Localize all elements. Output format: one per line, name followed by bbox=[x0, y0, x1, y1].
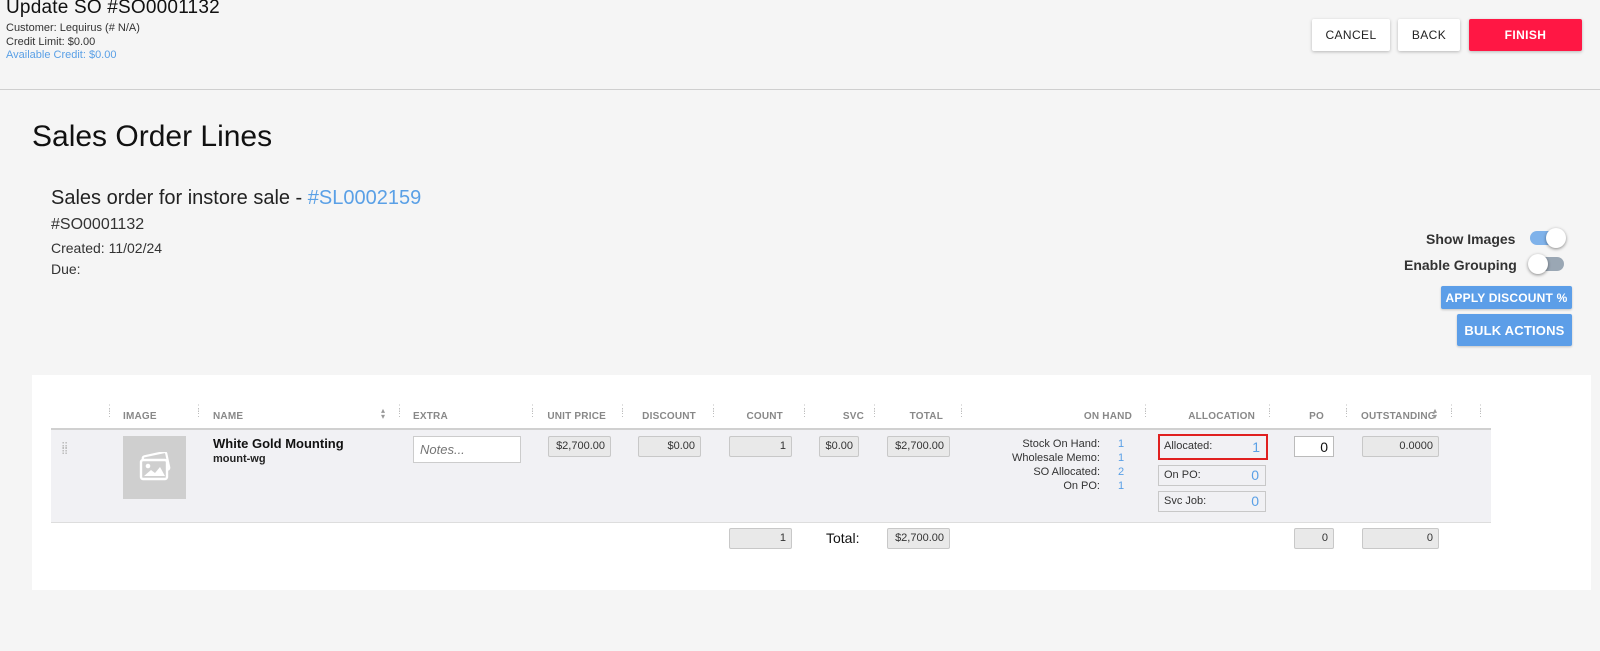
on-hand-value[interactable]: 1 bbox=[1118, 438, 1124, 450]
apply-discount-button[interactable]: APPLY DISCOUNT % bbox=[1441, 286, 1572, 309]
column-menu-icon[interactable]: ⋮ ⋮ bbox=[528, 404, 537, 418]
col-total: TOTAL bbox=[909, 411, 943, 422]
credit-limit: Credit Limit: $0.00 bbox=[6, 36, 96, 48]
column-menu-icon[interactable]: ⋮ ⋮ bbox=[957, 404, 966, 418]
show-images-label: Show Images bbox=[1426, 231, 1516, 247]
finish-button[interactable]: FINISH bbox=[1469, 19, 1582, 51]
order-number: #SO0001132 bbox=[51, 216, 145, 233]
col-count: COUNT bbox=[746, 411, 783, 422]
svc-job-field: Svc Job: 0 bbox=[1158, 491, 1266, 512]
column-menu-icon[interactable]: ⋮ ⋮ bbox=[618, 404, 627, 418]
allocated-value[interactable]: 1 bbox=[1252, 439, 1260, 455]
page-header: Update SO #SO0001132 Customer: Lequirus … bbox=[0, 0, 1600, 90]
column-menu-icon[interactable]: ⋮ ⋮ bbox=[395, 404, 404, 418]
col-unit-price: UNIT PRICE bbox=[547, 411, 606, 422]
order-heading-text: Sales order for instore sale - bbox=[51, 187, 308, 209]
product-image-placeholder bbox=[123, 436, 186, 499]
notes-input[interactable] bbox=[413, 436, 521, 463]
sort-icon[interactable]: ▴ ▾ bbox=[1433, 407, 1437, 421]
allocation-on-po-field: On PO: 0 bbox=[1158, 465, 1266, 486]
allocated-field[interactable]: Allocated: 1 bbox=[1158, 434, 1268, 460]
column-menu-icon[interactable]: ⋮ ⋮ bbox=[709, 404, 718, 418]
col-on-hand: ON HAND bbox=[1083, 411, 1132, 422]
table-header: ⋮ ⋮ IMAGE ⋮ ⋮ NAME ▴ ▾ ⋮ ⋮ EXTRA ⋮ ⋮ UNIT PRI… bbox=[51, 400, 1491, 430]
svc-job-label: Svc Job: bbox=[1164, 495, 1207, 507]
order-link[interactable]: #SL0002159 bbox=[308, 187, 421, 209]
on-hand-label: Wholesale Memo: bbox=[1011, 452, 1100, 464]
column-menu-icon[interactable]: ⋮ ⋮ bbox=[1447, 404, 1456, 418]
col-outstanding[interactable]: OUTSTANDING bbox=[1361, 411, 1436, 422]
count-field: 1 bbox=[729, 436, 792, 457]
image-icon bbox=[139, 452, 171, 481]
svc-job-value[interactable]: 0 bbox=[1251, 493, 1259, 509]
on-hand-value[interactable]: 2 bbox=[1118, 466, 1124, 478]
svc-field: $0.00 bbox=[819, 436, 859, 457]
available-credit: Available Credit: $0.00 bbox=[6, 49, 117, 61]
footer-count: 1 bbox=[729, 528, 792, 549]
customer-info: Customer: Lequirus (# N/A) bbox=[6, 22, 140, 34]
footer-po: 0 bbox=[1294, 528, 1334, 549]
enable-grouping-label: Enable Grouping bbox=[1404, 257, 1517, 273]
footer-outstanding: 0 bbox=[1362, 528, 1439, 549]
order-heading: Sales order for instore sale - #SL000215… bbox=[51, 187, 421, 210]
allocation-on-po-label: On PO: bbox=[1164, 469, 1201, 481]
unit-price-field: $2,700.00 bbox=[548, 436, 611, 457]
footer-total-label: Total: bbox=[826, 530, 860, 546]
col-discount: DISCOUNT bbox=[642, 411, 696, 422]
outstanding-field: 0.0000 bbox=[1362, 436, 1439, 457]
cancel-button[interactable]: CANCEL bbox=[1312, 19, 1390, 51]
due-date: Due: bbox=[51, 261, 81, 277]
created-date: Created: 11/02/24 bbox=[51, 240, 163, 256]
on-hand-label: Stock On Hand: bbox=[1022, 438, 1100, 450]
bulk-actions-button[interactable]: BULK ACTIONS bbox=[1457, 314, 1572, 346]
col-image: IMAGE bbox=[123, 411, 157, 422]
column-menu-icon[interactable]: ⋮ ⋮ bbox=[194, 404, 203, 418]
total-field: $2,700.00 bbox=[887, 436, 950, 457]
column-menu-icon[interactable]: ⋮ ⋮ bbox=[1342, 404, 1351, 418]
col-extra: EXTRA bbox=[413, 411, 448, 422]
enable-grouping-toggle[interactable] bbox=[1528, 254, 1564, 274]
column-menu-icon[interactable]: ⋮ ⋮ bbox=[800, 404, 809, 418]
on-hand-value[interactable]: 1 bbox=[1118, 452, 1124, 464]
product-sku: mount-wg bbox=[213, 453, 266, 465]
column-menu-icon[interactable]: ⋮ ⋮ bbox=[105, 404, 114, 418]
on-hand-value[interactable]: 1 bbox=[1118, 480, 1124, 492]
column-menu-icon[interactable]: ⋮ ⋮ bbox=[1265, 404, 1274, 418]
col-allocation: ALLOCATION bbox=[1188, 411, 1255, 422]
show-images-toggle[interactable] bbox=[1530, 228, 1566, 248]
column-menu-icon[interactable]: ⋮ ⋮ bbox=[1476, 404, 1485, 418]
drag-handle-icon[interactable]: ⠿ ⠿ bbox=[61, 443, 73, 458]
discount-field: $0.00 bbox=[638, 436, 701, 457]
on-hand-label: On PO: bbox=[1063, 480, 1100, 492]
sort-icon[interactable]: ▴ ▾ bbox=[381, 407, 385, 421]
back-button[interactable]: BACK bbox=[1398, 19, 1460, 51]
toggle-knob bbox=[1546, 228, 1566, 248]
po-input[interactable] bbox=[1294, 436, 1334, 457]
col-svc: SVC bbox=[842, 411, 864, 422]
page-title: Update SO #SO0001132 bbox=[6, 0, 220, 18]
col-po: PO bbox=[1309, 411, 1324, 422]
product-name[interactable]: White Gold Mounting bbox=[213, 436, 344, 451]
on-hand-label: SO Allocated: bbox=[1033, 466, 1100, 478]
allocation-on-po-value[interactable]: 0 bbox=[1251, 467, 1259, 483]
column-menu-icon[interactable]: ⋮ ⋮ bbox=[870, 404, 879, 418]
toggle-knob bbox=[1528, 254, 1548, 274]
footer-total: $2,700.00 bbox=[887, 528, 950, 549]
column-menu-icon[interactable]: ⋮ ⋮ bbox=[1141, 404, 1150, 418]
allocated-label: Allocated: bbox=[1164, 440, 1213, 452]
section-title: Sales Order Lines bbox=[32, 120, 273, 153]
col-name[interactable]: NAME bbox=[213, 411, 243, 422]
